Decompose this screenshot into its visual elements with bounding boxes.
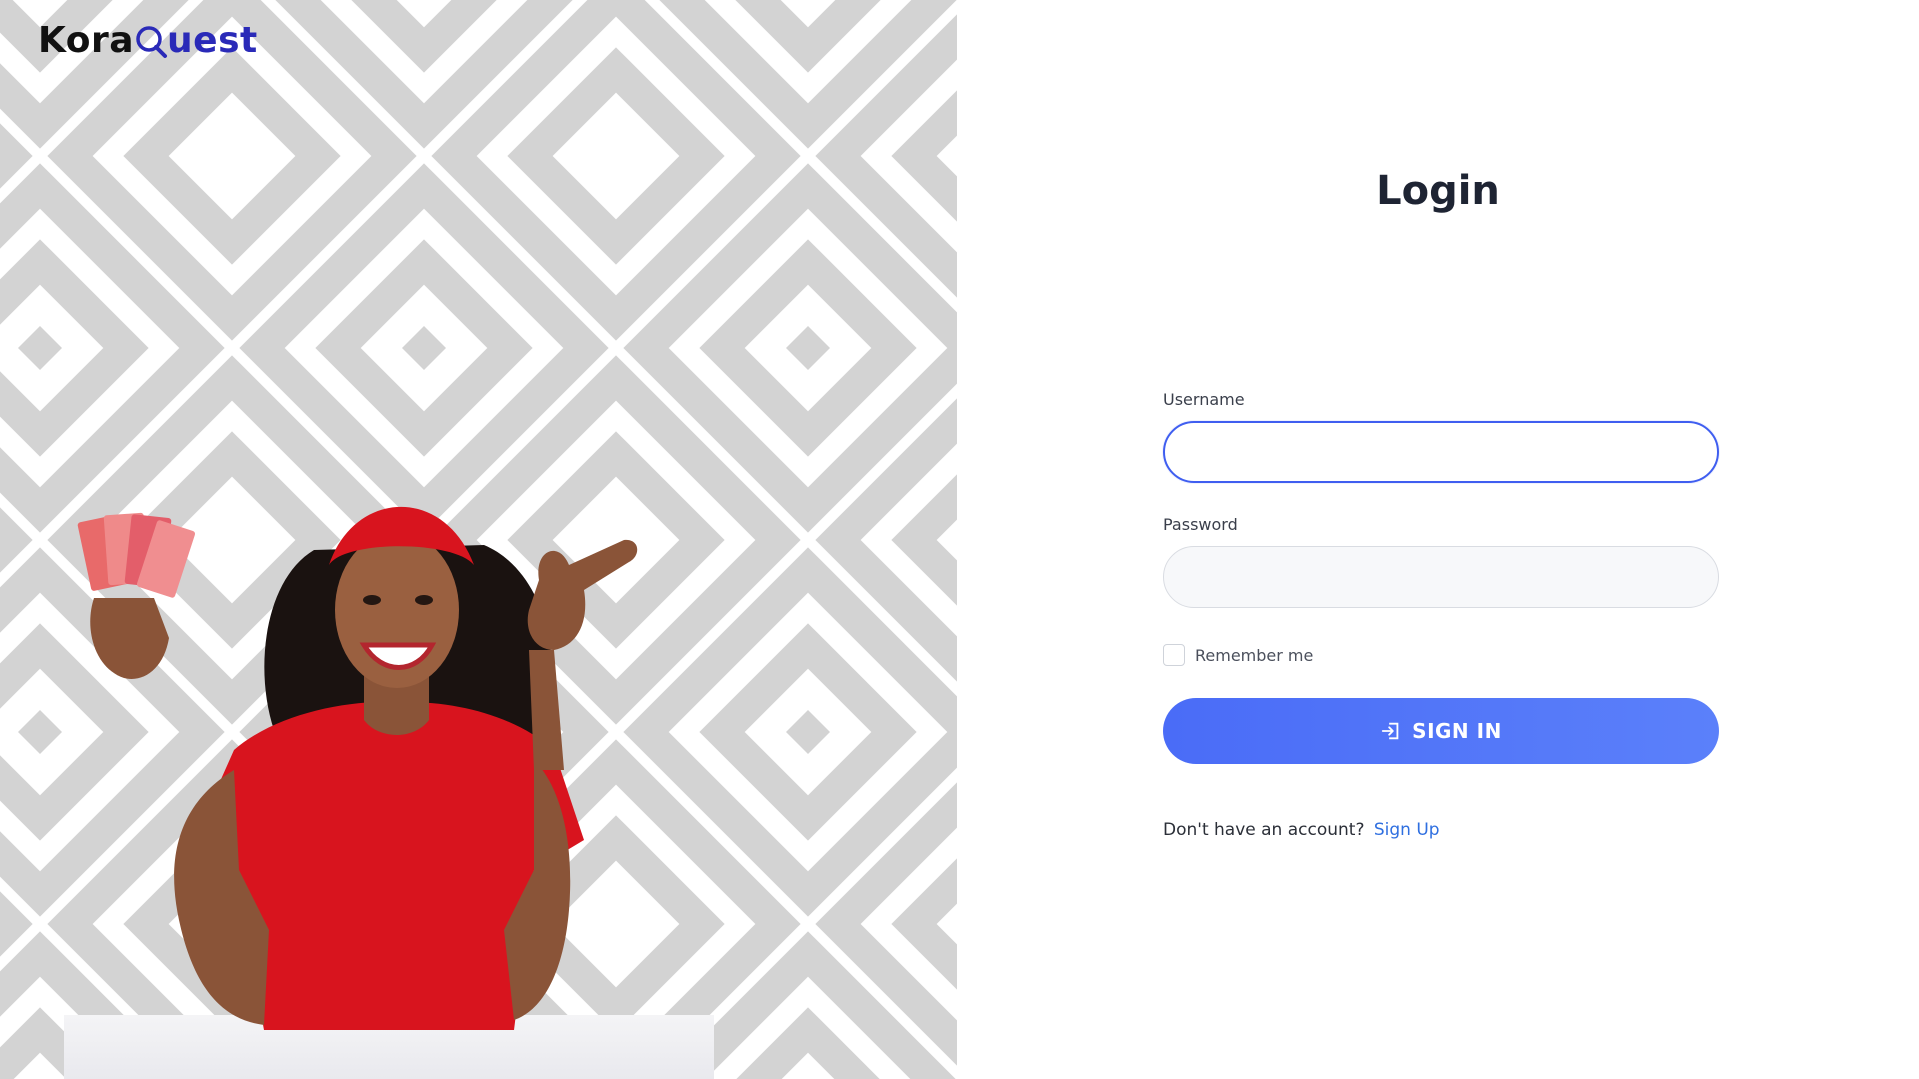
password-group: Password: [1163, 515, 1719, 608]
sign-up-link[interactable]: Sign Up: [1374, 820, 1440, 840]
page-title: Login: [1376, 168, 1500, 214]
remember-me-checkbox[interactable]: [1163, 644, 1185, 666]
password-label: Password: [1163, 515, 1238, 534]
sign-in-label: SIGN IN: [1412, 719, 1502, 743]
remember-me-row: Remember me: [1163, 644, 1719, 666]
remember-me-label[interactable]: Remember me: [1195, 646, 1313, 665]
brand-logo[interactable]: Kora uest: [38, 22, 258, 60]
login-form: Username Password Remember me SIGN IN Do…: [1163, 390, 1719, 840]
brand-name-part2: uest: [167, 20, 258, 61]
username-label: Username: [1163, 390, 1245, 409]
signup-prompt: Don't have an account?: [1163, 820, 1365, 840]
magnifier-q-icon: [136, 26, 168, 58]
login-page: Kora uest Login Username Password Rememb…: [0, 0, 1919, 1079]
username-field[interactable]: [1163, 421, 1719, 483]
signup-row: Don't have an account? Sign Up: [1163, 820, 1719, 840]
password-field[interactable]: [1163, 546, 1719, 608]
login-panel: Login Username Password Remember me SIGN…: [957, 0, 1919, 1079]
sign-in-button[interactable]: SIGN IN: [1163, 698, 1719, 764]
sign-in-icon: [1382, 722, 1399, 740]
smiling-woman-illustration: [64, 506, 714, 1079]
brand-name-part1: Kora: [38, 20, 135, 61]
hero-panel: Kora uest: [0, 0, 957, 1079]
